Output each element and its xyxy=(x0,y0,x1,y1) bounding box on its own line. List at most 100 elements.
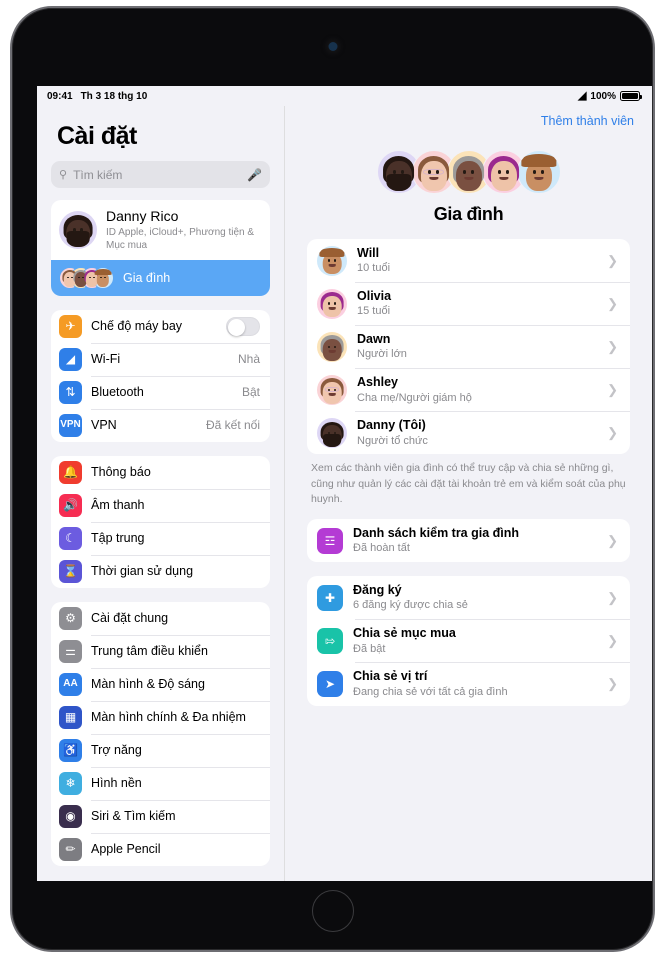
account-subtitle: ID Apple, iCloud+, Phương tiện & Mục mua xyxy=(106,226,255,251)
bell-icon: 🔔 xyxy=(59,460,82,484)
family-footnote: Xem các thành viên gia đình có thể truy … xyxy=(311,462,626,505)
battery-percent-label: 100% xyxy=(590,90,616,102)
member-role: Người tổ chức xyxy=(357,434,428,447)
sidebar-item-label: Apple Pencil xyxy=(91,842,161,856)
memoji-ashley-avatar xyxy=(317,374,347,405)
page-title: Cài đặt xyxy=(57,122,137,150)
sidebar-item-apple-pencil[interactable]: ✏ Apple Pencil xyxy=(51,832,270,866)
status-date: Th 3 18 thg 10 xyxy=(80,90,148,102)
sidebar-item-apple-account[interactable]: Danny Rico ID Apple, iCloud+, Phương tiệ… xyxy=(51,200,270,260)
service-title: Chia sẻ vị trí xyxy=(353,669,428,684)
member-name: Dawn xyxy=(357,332,391,347)
chevron-right-icon: ❯ xyxy=(607,295,618,311)
chevron-right-icon: ❯ xyxy=(607,675,618,691)
account-card: Danny Rico ID Apple, iCloud+, Phương tiệ… xyxy=(51,200,270,296)
sidebar-item-label: VPN xyxy=(91,418,117,432)
service-subtitle: Đã bật xyxy=(353,642,386,655)
bluetooth-icon: ⇅ xyxy=(59,380,82,404)
sidebar-item-sounds[interactable]: 🔊 Âm thanh xyxy=(51,488,270,522)
purchase-sharing-row[interactable]: ⇰ Chia sẻ mục mua Đã bật ❯ xyxy=(307,619,630,662)
sidebar-item-home-screen[interactable]: ▦ Màn hình chính & Đa nhiệm xyxy=(51,700,270,734)
control-center-icon: ⚌ xyxy=(59,639,82,663)
chevron-right-icon: ❯ xyxy=(607,381,618,397)
sidebar-item-vpn[interactable]: VPN VPN Đã kết nối xyxy=(51,408,270,442)
table-row[interactable]: Ashley Cha mẹ/Người giám hộ ❯ xyxy=(307,368,630,411)
family-checklist-card: ☲ Danh sách kiểm tra gia đình Đã hoàn tấ… xyxy=(307,519,630,563)
sidebar-item-wallpaper[interactable]: ❄ Hình nền xyxy=(51,766,270,800)
settings-sidebar[interactable]: Cài đặt ⚲ Tìm kiếm 🎤 Danny Rico ID Apple… xyxy=(37,106,285,881)
search-placeholder: Tìm kiếm xyxy=(73,167,123,182)
member-name: Olivia xyxy=(357,289,392,304)
chevron-right-icon: ❯ xyxy=(607,589,618,605)
home-screen-icon: ▦ xyxy=(59,705,82,729)
location-sharing-row[interactable]: ➤ Chia sẻ vị trí Đang chia sẻ với tất cả… xyxy=(307,662,630,705)
memoji-will-avatar xyxy=(317,245,347,276)
wifi-icon: ◢ xyxy=(577,89,587,102)
text-size-icon: AA xyxy=(59,672,82,696)
ipad-device-frame: 09:41 Th 3 18 thg 10 ◢ 100% Cài đặt ⚲ Tì… xyxy=(10,6,655,952)
sidebar-group-general: ⚙ Cài đặt chung ⚌ Trung tâm điều khiển A… xyxy=(51,601,270,866)
airplane-mode-toggle[interactable] xyxy=(226,316,260,336)
sidebar-item-label: Cài đặt chung xyxy=(91,611,169,625)
family-members-card: Will 10 tuổi ❯ Olivia 15 tuổi ❯ Dawn Ngư… xyxy=(307,239,630,455)
sidebar-item-control-center[interactable]: ⚌ Trung tâm điều khiển xyxy=(51,634,270,668)
sidebar-group-notifications: 🔔 Thông báo 🔊 Âm thanh ☾ Tập trung ⌛ Thờ… xyxy=(51,455,270,588)
sidebar-item-screen-time[interactable]: ⌛ Thời gian sử dụng xyxy=(51,554,270,588)
sidebar-item-label: Trung tâm điều khiển xyxy=(91,644,208,658)
vpn-icon: VPN xyxy=(59,413,82,437)
member-name: Danny (Tôi) xyxy=(357,418,426,433)
sidebar-item-notifications[interactable]: 🔔 Thông báo xyxy=(51,456,270,489)
airplane-icon: ✈ xyxy=(59,314,82,338)
family-title: Gia đình xyxy=(433,204,504,224)
subscriptions-icon: ✚ xyxy=(317,584,343,611)
sidebar-item-value: Bật xyxy=(241,385,260,399)
memoji-will-avatar xyxy=(516,150,561,194)
family-detail-panel: Thêm thành viên Gia đình Will 10 tuổi ❯ … xyxy=(285,106,652,881)
service-title: Chia sẻ mục mua xyxy=(353,626,456,641)
family-checklist-row[interactable]: ☲ Danh sách kiểm tra gia đình Đã hoàn tấ… xyxy=(307,519,630,562)
search-input[interactable]: ⚲ Tìm kiếm 🎤 xyxy=(51,161,270,188)
sidebar-item-value: Nhà xyxy=(237,352,260,366)
sidebar-item-accessibility[interactable]: ♿ Trợ năng xyxy=(51,733,270,767)
add-member-button[interactable]: Thêm thành viên xyxy=(541,114,634,128)
memoji-danny-avatar xyxy=(317,417,347,448)
table-row[interactable]: Will 10 tuổi ❯ xyxy=(307,239,630,282)
chevron-right-icon: ❯ xyxy=(607,532,618,548)
table-row[interactable]: Olivia 15 tuổi ❯ xyxy=(307,282,630,325)
status-bar: 09:41 Th 3 18 thg 10 ◢ 100% xyxy=(37,86,652,106)
siri-icon: ◉ xyxy=(59,804,82,828)
sidebar-item-bluetooth[interactable]: ⇅ Bluetooth Bật xyxy=(51,375,270,409)
sidebar-item-label-family: Gia đình xyxy=(123,270,171,285)
sidebar-item-airplane-mode[interactable]: ✈ Chế độ máy bay xyxy=(51,310,270,343)
sidebar-item-display-brightness[interactable]: AA Màn hình & Độ sáng xyxy=(51,667,270,701)
table-row[interactable]: Danny (Tôi) Người tổ chức ❯ xyxy=(307,411,630,454)
sidebar-item-family[interactable]: Gia đình xyxy=(51,259,270,296)
sidebar-item-label: Wi-Fi xyxy=(91,352,121,366)
sidebar-item-general[interactable]: ⚙ Cài đặt chung xyxy=(51,602,270,635)
sidebar-item-label: Chế độ máy bay xyxy=(91,319,183,333)
family-memoji-row xyxy=(285,150,652,194)
sidebar-item-wifi[interactable]: ◢ Wi-Fi Nhà xyxy=(51,342,270,376)
sidebar-item-focus[interactable]: ☾ Tập trung xyxy=(51,521,270,555)
sidebar-item-siri-search[interactable]: ◉ Siri & Tìm kiếm xyxy=(51,799,270,833)
home-button[interactable] xyxy=(311,890,354,932)
sidebar-group-connectivity: ✈ Chế độ máy bay ◢ Wi-Fi Nhà ⇅ Bluetooth xyxy=(51,309,270,442)
checklist-title: Danh sách kiểm tra gia đình xyxy=(353,526,520,541)
purchase-sharing-icon: ⇰ xyxy=(317,627,343,654)
member-role: Người lớn xyxy=(357,348,407,361)
chevron-right-icon: ❯ xyxy=(607,338,618,354)
sidebar-item-label: Hình nền xyxy=(91,776,142,790)
gear-icon: ⚙ xyxy=(59,606,82,630)
sidebar-item-label: Màn hình & Độ sáng xyxy=(91,677,205,691)
table-row[interactable]: Dawn Người lớn ❯ xyxy=(307,325,630,368)
service-subtitle: Đang chia sẻ với tất cả gia đình xyxy=(353,685,508,698)
checklist-subtitle: Đã hoàn tất xyxy=(353,542,410,555)
member-role: 10 tuổi xyxy=(357,262,391,275)
front-camera-icon xyxy=(328,42,337,51)
microphone-icon[interactable]: 🎤 xyxy=(247,168,262,182)
subscriptions-row[interactable]: ✚ Đăng ký 6 đăng ký được chia sẻ ❯ xyxy=(307,576,630,619)
moon-icon: ☾ xyxy=(59,526,82,550)
account-name: Danny Rico xyxy=(106,208,179,224)
member-role: Cha mẹ/Người giám hộ xyxy=(357,391,472,404)
chevron-right-icon: ❯ xyxy=(607,252,618,268)
